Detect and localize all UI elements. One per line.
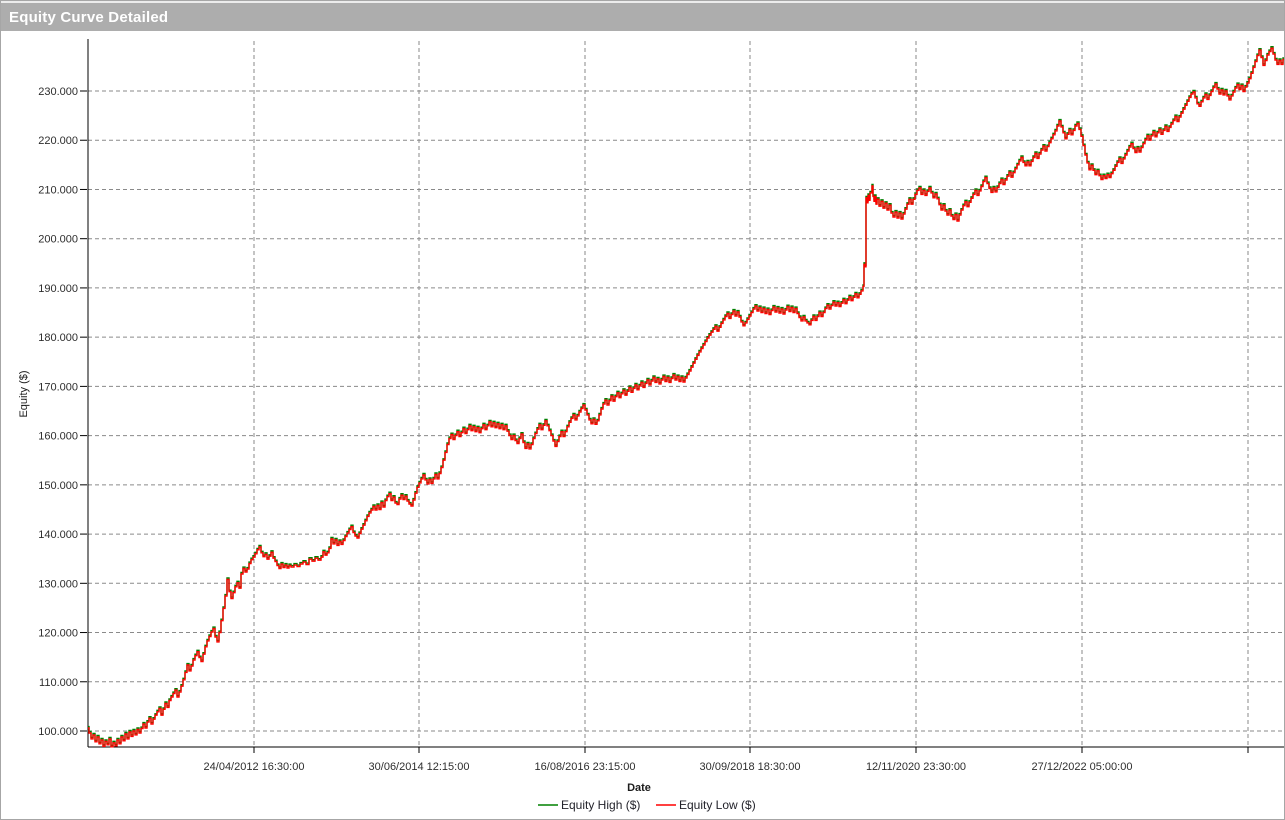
y-tick-label: 100.000 [38,726,78,738]
equity-low-line [88,48,1284,747]
y-tick-label: 110.000 [39,677,78,689]
equity-curve-chart[interactable]: 100.000 110.000 120.000 130.000 140.000 150.0… [1,31,1284,817]
chart-area: 100.000 110.000 120.000 130.000 140.000 150.0… [1,31,1284,817]
x-tick-label: 24/04/2012 16:30:00 [204,761,305,773]
y-tick-label: 140.000 [38,529,78,541]
y-tick-label: 200.000 [38,234,78,246]
y-tick-label: 180.000 [38,332,78,344]
x-tick-label: 30/09/2018 18:30:00 [700,761,801,773]
x-tick-label: 30/06/2014 12:15:00 [369,761,470,773]
y-axis-title: Equity ($) [18,370,30,417]
x-axis-title: Date [627,782,651,794]
chart-legend: Equity High ($) Equity Low ($) [538,798,756,812]
y-tick-label: 210.000 [38,184,78,196]
equity-high-line [88,47,1284,746]
y-tick-label: 170.000 [38,381,78,393]
y-tick-label: 190.000 [38,283,78,295]
series-lines [88,47,1284,747]
legend-label-equity-low: Equity Low ($) [679,798,756,812]
y-tick-label: 220.000 [38,135,78,147]
y-tick-label: 160.000 [38,431,78,443]
x-tick-label: 16/08/2016 23:15:00 [535,761,636,773]
axis-lines [80,39,1284,753]
window-titlebar[interactable]: Equity Curve Detailed [1,1,1284,31]
x-tick-label: 27/12/2022 05:00:00 [1032,761,1133,773]
legend-label-equity-high: Equity High ($) [561,798,640,812]
x-tick-label: 12/11/2020 23:30:00 [866,761,966,773]
gridlines [88,41,1284,747]
window-title: Equity Curve Detailed [9,9,168,26]
y-tick-label: 120.000 [38,628,78,640]
equity-curve-window: Equity Curve Detailed 100.000 110.000 120.… [0,0,1285,820]
y-tick-label: 150.000 [38,480,78,492]
y-tick-label: 230.000 [38,86,78,98]
y-tick-label: 130.000 [38,578,78,590]
